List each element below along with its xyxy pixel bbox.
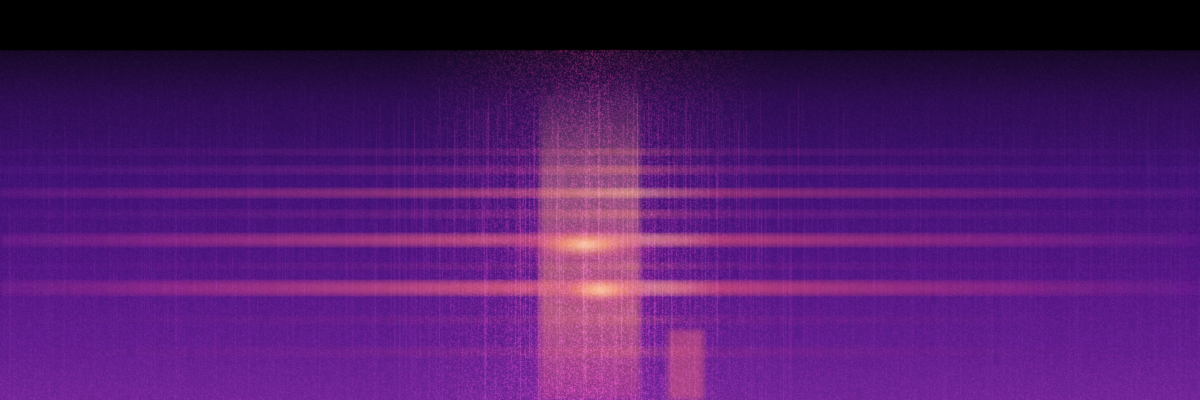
spectrogram-grain <box>0 0 1200 400</box>
spectrogram-image <box>0 0 1200 400</box>
